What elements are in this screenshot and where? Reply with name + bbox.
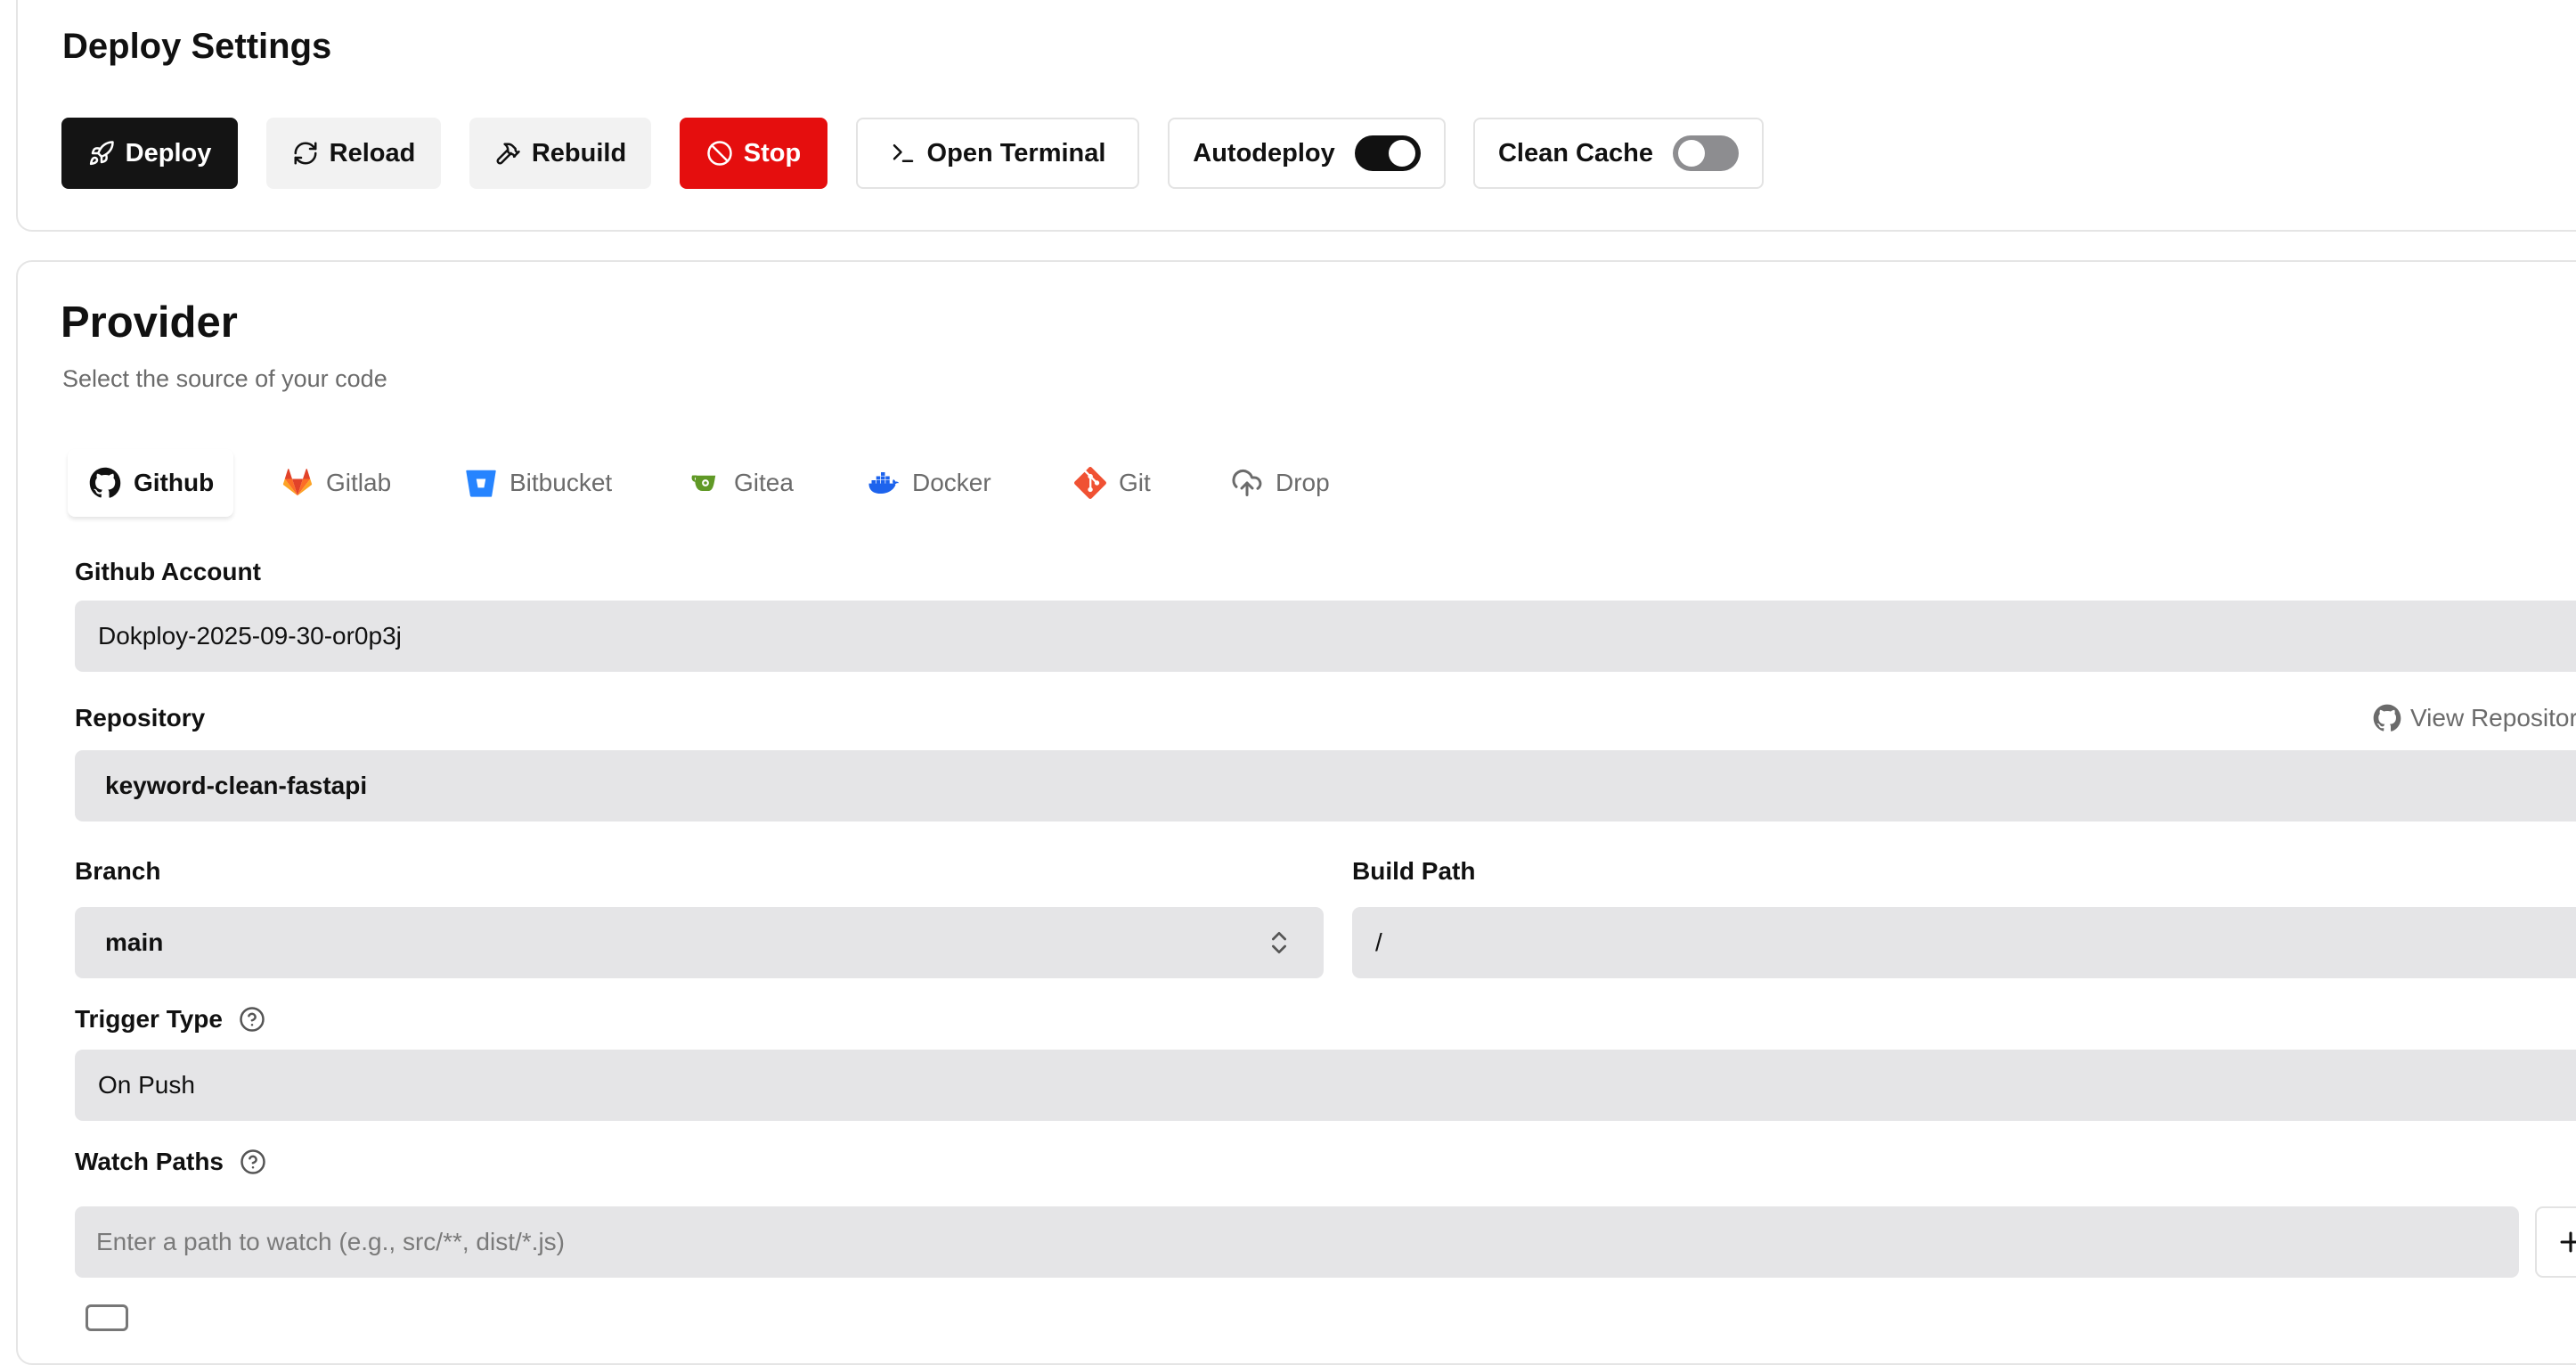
rebuild-button[interactable]: Rebuild — [469, 118, 651, 189]
reload-button-label: Reload — [329, 138, 416, 168]
deploy-settings-title: Deploy Settings — [62, 27, 332, 66]
cloud-upload-icon — [1232, 470, 1262, 496]
help-circle-icon[interactable] — [240, 1148, 266, 1175]
autodeploy-toggle[interactable] — [1354, 135, 1421, 171]
build-path-value: / — [1375, 928, 1382, 956]
deploy-button-label: Deploy — [125, 138, 212, 168]
watch-path-input[interactable] — [75, 1206, 2519, 1278]
tab-git[interactable]: Git — [1074, 449, 1151, 517]
view-repository-link[interactable]: View Repository — [2373, 704, 2576, 732]
branch-label: Branch — [75, 857, 161, 885]
tab-bitbucket[interactable]: Bitbucket — [465, 449, 612, 517]
tab-github[interactable]: Github — [68, 449, 233, 517]
tab-label: Drop — [1276, 469, 1330, 496]
provider-title: Provider — [61, 298, 238, 347]
tab-drop[interactable]: Drop — [1231, 449, 1330, 517]
autodeploy-label: Autodeploy — [1193, 138, 1335, 168]
git-icon — [1074, 467, 1106, 499]
tab-docker[interactable]: Docker — [868, 449, 991, 517]
build-path-input[interactable]: / — [1352, 907, 2576, 978]
deploy-settings-card: Deploy Settings Deploy Reload Rebuild St… — [16, 0, 2576, 232]
github-account-label: Github Account — [75, 558, 261, 585]
deploy-button[interactable]: Deploy — [61, 118, 238, 189]
reload-button[interactable]: Reload — [266, 118, 441, 189]
trigger-type-text: Trigger Type — [75, 1005, 223, 1033]
clean-cache-toggle[interactable] — [1673, 135, 1740, 171]
provider-card: Provider Select the source of your code … — [16, 260, 2576, 1365]
hammer-icon — [496, 143, 520, 165]
trigger-type-select[interactable]: On Push — [75, 1050, 2576, 1121]
github-icon — [89, 467, 121, 498]
plus-icon — [2560, 1231, 2576, 1253]
refresh-icon — [294, 142, 317, 165]
toggle-knob — [1678, 140, 1706, 167]
repository-label: Repository — [75, 704, 206, 732]
trigger-type-label: Trigger Type — [75, 1005, 265, 1034]
stop-button[interactable]: Stop — [680, 118, 827, 189]
tab-label: Docker — [912, 469, 991, 496]
toggle-knob — [1388, 140, 1415, 167]
open-terminal-button[interactable]: Open Terminal — [856, 118, 1139, 189]
checkbox[interactable] — [86, 1304, 128, 1331]
repository-value: keyword-clean-fastapi — [105, 772, 368, 799]
tab-label: Git — [1119, 469, 1151, 496]
stop-button-label: Stop — [743, 138, 802, 168]
help-circle-icon[interactable] — [239, 1006, 265, 1033]
bitbucket-icon — [466, 470, 496, 497]
gitea-icon — [691, 475, 716, 491]
rocket-icon — [89, 141, 114, 166]
watch-paths-text: Watch Paths — [75, 1148, 224, 1175]
tab-label: Github — [134, 469, 215, 496]
gitlab-icon — [282, 469, 313, 496]
tab-gitlab[interactable]: Gitlab — [281, 449, 391, 517]
add-watch-path-button[interactable] — [2535, 1206, 2576, 1278]
terminal-icon — [893, 144, 913, 162]
autodeploy-control[interactable]: Autodeploy — [1168, 118, 1446, 189]
trigger-type-value: On Push — [98, 1071, 195, 1099]
tab-label: Bitbucket — [509, 469, 613, 496]
github-account-select[interactable]: Dokploy-2025-09-30-or0p3j — [75, 601, 2576, 672]
ban-icon — [707, 141, 732, 166]
branch-select[interactable]: main — [75, 907, 1324, 978]
build-path-label: Build Path — [1352, 857, 1476, 885]
tab-gitea[interactable]: Gitea — [689, 449, 794, 517]
open-terminal-label: Open Terminal — [926, 138, 1106, 168]
watch-paths-label: Watch Paths — [75, 1148, 266, 1176]
branch-value: main — [105, 928, 164, 956]
chevrons-up-down-icon — [1272, 932, 1286, 953]
github-account-value: Dokploy-2025-09-30-or0p3j — [98, 622, 402, 650]
rebuild-button-label: Rebuild — [531, 138, 627, 168]
view-repository-label: View Repository — [2410, 704, 2576, 732]
clean-cache-label: Clean Cache — [1497, 138, 1654, 168]
github-icon — [2373, 704, 2401, 732]
docker-icon — [868, 472, 900, 494]
provider-subtitle: Select the source of your code — [62, 365, 387, 392]
clean-cache-control[interactable]: Clean Cache — [1473, 118, 1764, 189]
tab-label: Gitlab — [326, 469, 392, 496]
repository-select[interactable]: keyword-clean-fastapi — [75, 750, 2576, 821]
tab-label: Gitea — [734, 469, 794, 496]
